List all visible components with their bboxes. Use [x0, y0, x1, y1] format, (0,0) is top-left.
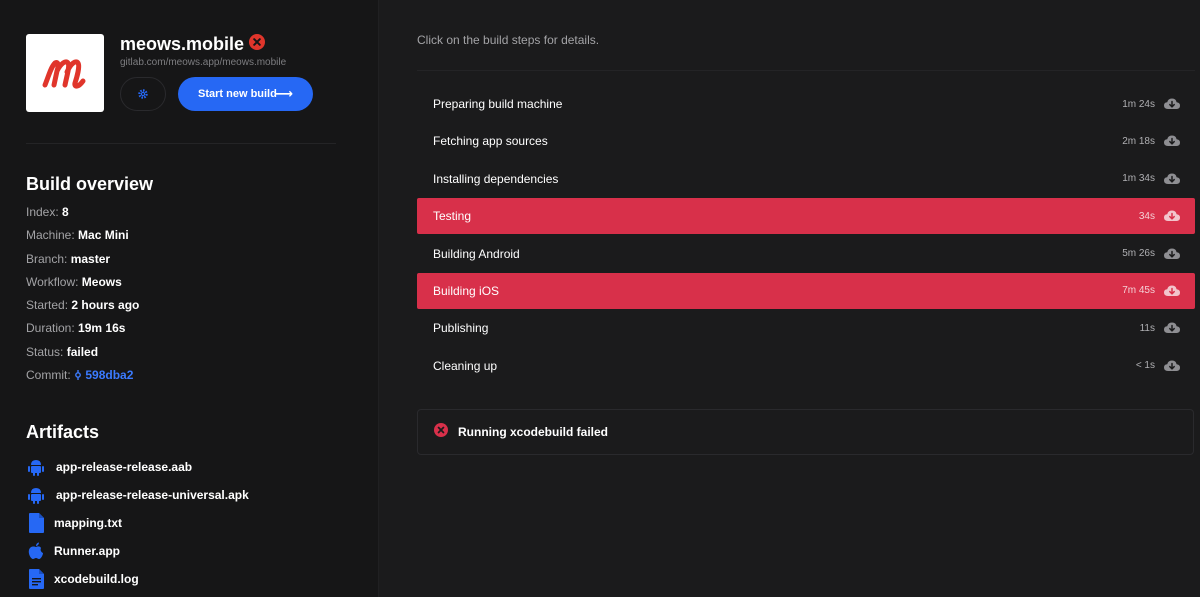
build-steps-list: Preparing build machine 1m 24s Fetching …: [417, 86, 1195, 385]
overview-label: Started:: [26, 298, 69, 313]
start-build-label: Start new build: [198, 88, 277, 100]
overview-label: Commit:: [26, 368, 71, 383]
overview-value: 19m 16s: [78, 321, 126, 336]
app-name-text: meows.mobile: [120, 34, 245, 54]
log-file-icon: [26, 569, 46, 589]
commit-icon: [75, 370, 81, 381]
overview-row-status: Status: failed: [26, 345, 139, 368]
overview-label: Branch:: [26, 251, 68, 266]
step-duration: 11s: [1139, 322, 1155, 334]
cloud-download-icon[interactable]: [1163, 209, 1181, 223]
build-step[interactable]: Cleaning up < 1s: [417, 348, 1195, 384]
overview-row-duration: Duration: 19m 16s: [26, 321, 139, 344]
app-title: meows.mobile: [120, 34, 266, 55]
artifact-item[interactable]: mapping.txt: [26, 509, 249, 537]
artifacts-title: Artifacts: [26, 422, 100, 442]
commit-link[interactable]: 598dba2: [74, 368, 133, 382]
cloud-download-icon[interactable]: [1163, 134, 1181, 148]
commit-hash: 598dba2: [85, 368, 134, 383]
cloud-download-icon[interactable]: [1163, 97, 1181, 111]
artifact-item[interactable]: app-release-release.aab: [26, 453, 249, 481]
settings-button[interactable]: [120, 77, 166, 111]
artifacts-list: app-release-release.aab app-release-rele…: [26, 453, 249, 593]
build-step[interactable]: Preparing build machine 1m 24s: [417, 86, 1195, 122]
failed-status-icon: [249, 34, 266, 55]
app-repo-path: gitlab.com/meows.app/meows.mobile: [120, 57, 287, 68]
artifact-name: xcodebuild.log: [54, 572, 139, 586]
overview-value: failed: [66, 344, 99, 359]
build-step[interactable]: Fetching app sources 2m 18s: [417, 123, 1195, 159]
build-step-failed[interactable]: Building iOS 7m 45s: [417, 272, 1195, 309]
overview-value: 2 hours ago: [71, 298, 140, 313]
step-label: Fetching app sources: [433, 134, 548, 149]
error-icon: [434, 422, 448, 442]
file-icon: [26, 513, 46, 533]
sidebar-divider: [26, 143, 336, 144]
cloud-download-icon[interactable]: [1163, 172, 1181, 186]
step-label: Testing: [433, 209, 472, 224]
build-overview-title: Build overview: [26, 174, 154, 194]
overview-value: 8: [62, 205, 69, 219]
artifact-name: mapping.txt: [54, 516, 122, 530]
overview-value: Mac Mini: [78, 228, 129, 243]
cloud-download-icon[interactable]: [1163, 321, 1181, 335]
overview-row-commit: Commit: 598dba2: [26, 368, 139, 391]
step-duration: 1m 24s: [1122, 98, 1155, 110]
overview-row-index: Index: 8: [26, 205, 139, 228]
artifact-name: app-release-release-universal.apk: [56, 488, 249, 502]
step-label: Publishing: [433, 321, 489, 336]
start-new-build-button[interactable]: Start new build ⟶: [178, 77, 313, 111]
build-overview-list: Index: 8 Machine: Mac Mini Branch: maste…: [26, 205, 139, 391]
artifact-item[interactable]: Runner.app: [26, 537, 249, 565]
step-duration: 5m 26s: [1122, 248, 1155, 260]
overview-value: Meows: [81, 274, 122, 289]
android-icon: [26, 485, 46, 505]
step-label: Building iOS: [433, 283, 500, 298]
overview-label: Workflow:: [26, 274, 79, 289]
overview-row-started: Started: 2 hours ago: [26, 298, 139, 321]
error-message-box: Running xcodebuild failed: [417, 409, 1194, 455]
app-logo: [26, 34, 104, 112]
artifact-item[interactable]: xcodebuild.log: [26, 565, 249, 593]
overview-label: Status:: [26, 344, 64, 359]
build-step-failed[interactable]: Testing 34s: [417, 198, 1195, 235]
overview-label: Index:: [26, 205, 59, 219]
step-label: Installing dependencies: [433, 171, 559, 186]
build-steps-hint: Click on the build steps for details.: [417, 33, 600, 47]
overview-row-branch: Branch: master: [26, 252, 139, 275]
sidebar: meows.mobile gitlab.com/meows.app/meows.…: [0, 0, 379, 597]
overview-row-machine: Machine: Mac Mini: [26, 228, 139, 251]
step-duration: < 1s: [1135, 360, 1155, 372]
overview-row-workflow: Workflow: Meows: [26, 275, 139, 298]
overview-label: Duration:: [26, 321, 75, 336]
step-duration: 7m 45s: [1122, 285, 1155, 297]
meows-logo-icon: [42, 59, 86, 89]
gear-icon: [138, 89, 148, 99]
step-duration: 34s: [1138, 210, 1155, 222]
artifact-name: app-release-release.aab: [56, 460, 193, 474]
arrow-right-icon: ⟶: [274, 86, 293, 101]
step-label: Cleaning up: [433, 358, 498, 373]
artifact-name: Runner.app: [54, 544, 121, 558]
overview-label: Machine:: [26, 228, 75, 243]
build-step[interactable]: Installing dependencies 1m 34s: [417, 161, 1195, 197]
build-step[interactable]: Building Android 5m 26s: [417, 236, 1195, 272]
step-label: Building Android: [433, 246, 520, 261]
step-label: Preparing build machine: [433, 97, 563, 111]
apple-icon: [26, 541, 46, 561]
cloud-download-icon[interactable]: [1163, 359, 1181, 373]
build-step[interactable]: Publishing 11s: [417, 310, 1195, 346]
cloud-download-icon[interactable]: [1163, 247, 1181, 261]
android-icon: [26, 457, 46, 477]
artifact-item[interactable]: app-release-release-universal.apk: [26, 481, 249, 509]
error-message: Running xcodebuild failed: [458, 425, 608, 439]
overview-value: master: [70, 251, 111, 266]
cloud-download-icon[interactable]: [1163, 284, 1181, 298]
step-duration: 1m 34s: [1122, 173, 1155, 185]
main-divider: [417, 70, 1195, 71]
step-duration: 2m 18s: [1122, 135, 1155, 147]
